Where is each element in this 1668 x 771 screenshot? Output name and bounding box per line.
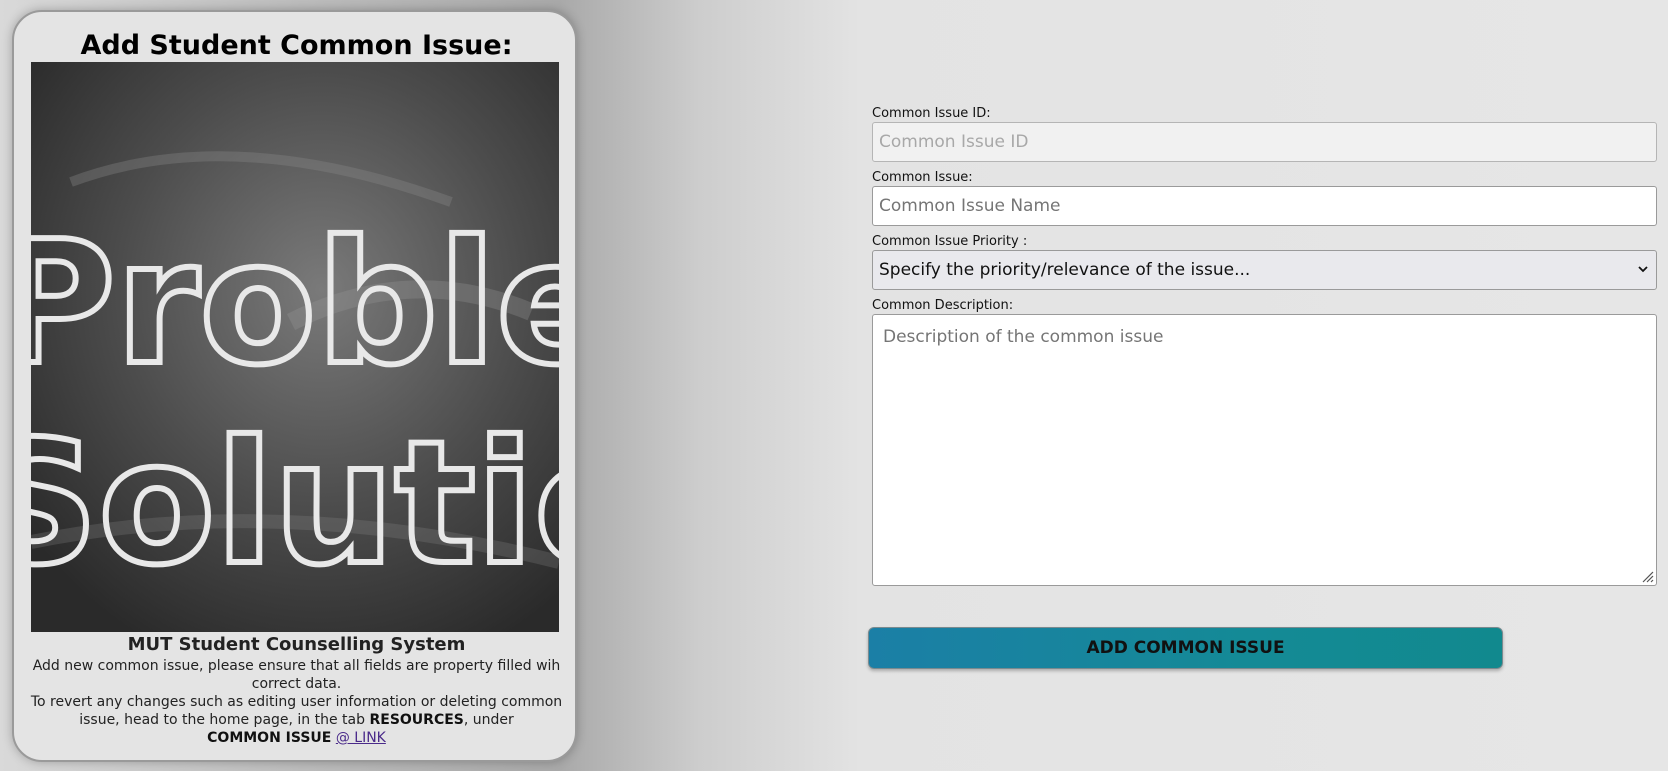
chalk-word-problem: Problem xyxy=(31,205,559,403)
info-card: Add Student Common Issue: Problem Soluti… xyxy=(12,10,577,762)
priority-select[interactable]: Specify the priority/relevance of the is… xyxy=(872,250,1657,290)
chalk-word-solution: Solution xyxy=(31,405,559,603)
description-label: Common Description: xyxy=(872,298,1014,313)
page-title: Add Student Common Issue: xyxy=(80,30,513,61)
info-line-1: Add new common issue, please ensure that… xyxy=(32,658,561,692)
info-text: Add new common issue, please ensure that… xyxy=(28,657,565,747)
common-issue-id-input[interactable] xyxy=(872,122,1657,162)
common-issue-name-input[interactable] xyxy=(872,186,1657,226)
resources-tab-name: RESOURCES xyxy=(369,712,464,728)
common-issue-label: Common Issue: xyxy=(872,170,973,185)
system-title: MUT Student Counselling System xyxy=(127,634,466,655)
common-issue-id-label: Common Issue ID: xyxy=(872,106,991,121)
description-wrapper xyxy=(872,314,1657,586)
add-common-issue-form: Common Issue ID: Common Issue: Common Is… xyxy=(872,106,1657,586)
info-line-2: To revert any changes such as editing us… xyxy=(28,693,565,747)
common-issue-section-name: COMMON ISSUE xyxy=(207,730,332,746)
priority-label: Common Issue Priority : xyxy=(872,234,1028,249)
chalkboard-image: Problem Solution xyxy=(31,62,559,632)
chevron-down-icon xyxy=(1638,266,1648,273)
add-common-issue-button[interactable]: ADD COMMON ISSUE xyxy=(868,627,1503,669)
resize-grip-icon[interactable] xyxy=(1638,567,1654,583)
resources-link[interactable]: @ LINK xyxy=(336,730,386,746)
chalkboard-illustration: Problem Solution xyxy=(31,62,559,632)
description-textarea[interactable] xyxy=(872,314,1657,586)
priority-select-value: Specify the priority/relevance of the is… xyxy=(872,250,1657,290)
info-line-2-mid: , under xyxy=(463,712,514,728)
